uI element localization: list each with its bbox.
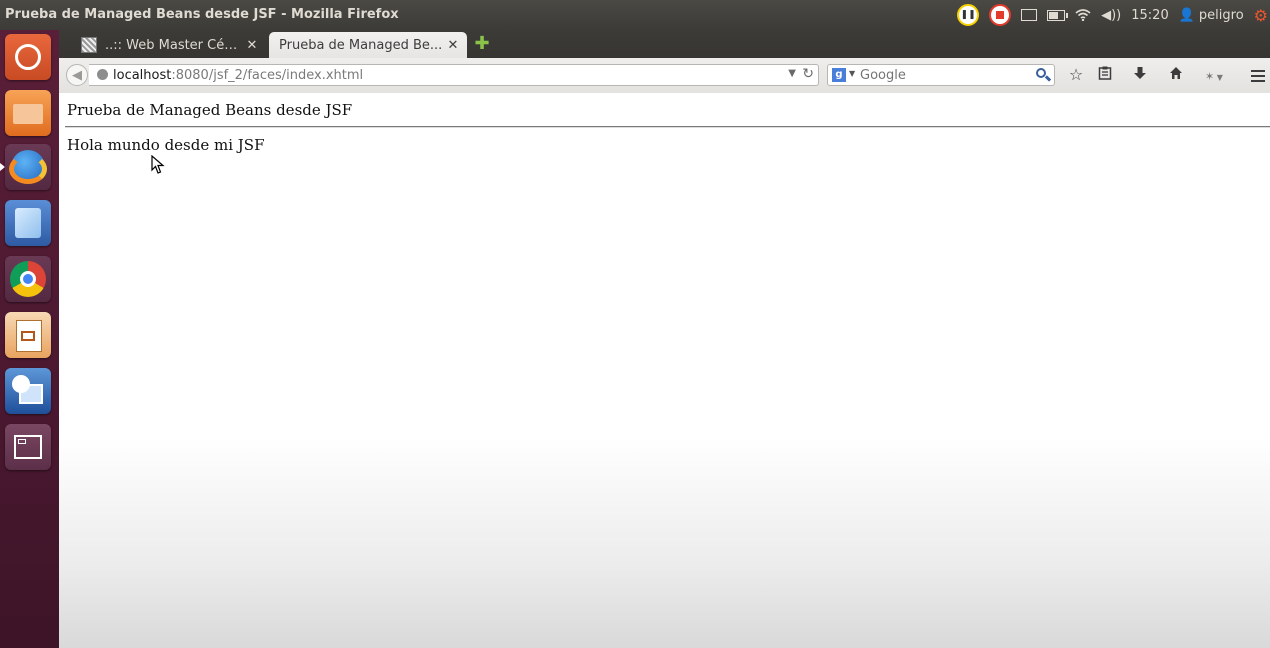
pause-indicator[interactable]: ❚❚ bbox=[957, 0, 980, 30]
record-indicator[interactable] bbox=[989, 0, 1012, 30]
page-heading: Prueba de Managed Beans desde JSF bbox=[67, 101, 353, 119]
system-tray: ❚❚ ◀)) 15:20 👤 peligro ⚙ bbox=[957, 0, 1270, 30]
openshot-launcher[interactable] bbox=[5, 368, 51, 414]
chevron-down-icon[interactable]: ▼ bbox=[849, 69, 855, 78]
tab-label: Prueba de Managed Be... bbox=[279, 37, 443, 53]
google-icon[interactable]: g bbox=[832, 68, 846, 82]
back-button[interactable]: ◀ bbox=[66, 64, 88, 86]
ubuntu-logo-icon bbox=[15, 44, 41, 70]
url-bar[interactable]: localhost:8080/jsf_2/faces/index.xhtml ▼… bbox=[89, 64, 819, 86]
record-icon bbox=[989, 4, 1012, 26]
clipboard-icon bbox=[1098, 66, 1112, 80]
home-icon bbox=[1170, 67, 1182, 79]
addon-button[interactable]: ✶ ▼ bbox=[1199, 65, 1229, 85]
horizontal-rule bbox=[65, 126, 1270, 128]
chevron-down-icon: ▼ bbox=[1214, 73, 1223, 82]
bookmarks-menu-button[interactable] bbox=[1094, 65, 1116, 85]
download-arrow-icon bbox=[1134, 67, 1146, 79]
virtualbox-icon bbox=[15, 208, 41, 238]
folder-icon bbox=[13, 104, 43, 124]
chrome-launcher[interactable] bbox=[5, 256, 51, 302]
tab-managed-beans[interactable]: Prueba de Managed Be... ✕ bbox=[269, 32, 467, 58]
menu-button[interactable] bbox=[1247, 65, 1269, 85]
search-input[interactable] bbox=[860, 65, 1028, 85]
close-tab-icon[interactable]: ✕ bbox=[244, 38, 260, 53]
mail-icon bbox=[1021, 9, 1038, 21]
top-panel: Prueba de Managed Beans desde JSF - Mozi… bbox=[0, 0, 1270, 30]
hamburger-icon bbox=[1251, 70, 1265, 72]
navigation-toolbar: ◀ localhost:8080/jsf_2/faces/index.xhtml… bbox=[59, 58, 1270, 94]
messaging-menu[interactable] bbox=[1021, 0, 1038, 30]
globe-icon bbox=[97, 69, 108, 80]
film-reel-icon bbox=[12, 375, 30, 393]
page-message: Hola mundo desde mi JSF bbox=[67, 136, 265, 154]
battery-icon bbox=[1047, 9, 1069, 21]
downloads-button[interactable] bbox=[1129, 65, 1151, 85]
user-icon: 👤 bbox=[1178, 7, 1195, 23]
tab-web-master[interactable]: ..:: Web Master Césa... ✕ bbox=[71, 32, 266, 58]
files-launcher[interactable] bbox=[5, 90, 51, 136]
workspace-switcher[interactable] bbox=[5, 424, 51, 470]
gear-icon: ⚙ bbox=[1253, 5, 1268, 25]
impress-icon bbox=[16, 320, 42, 352]
tab-label: ..:: Web Master Césa... bbox=[105, 37, 244, 53]
site-favicon-icon bbox=[81, 37, 97, 53]
network-menu[interactable] bbox=[1075, 0, 1091, 30]
close-tab-icon[interactable]: ✕ bbox=[445, 38, 461, 53]
user-name: peligro bbox=[1198, 7, 1244, 23]
url-path: :8080/jsf_2/faces/index.xhtml bbox=[171, 68, 364, 83]
session-menu[interactable]: ⚙ bbox=[1254, 0, 1268, 30]
reload-icon[interactable]: ↻ bbox=[802, 66, 814, 82]
back-arrow-icon: ◀ bbox=[72, 68, 82, 83]
bookmark-star-button[interactable]: ☆ bbox=[1065, 65, 1087, 85]
launcher bbox=[0, 30, 60, 648]
clock[interactable]: 15:20 bbox=[1131, 0, 1168, 30]
url-text[interactable]: localhost:8080/jsf_2/faces/index.xhtml bbox=[113, 68, 363, 83]
star-icon: ☆ bbox=[1068, 65, 1084, 84]
url-host: localhost bbox=[113, 68, 172, 83]
user-menu[interactable]: 👤 peligro bbox=[1179, 0, 1244, 30]
virtualbox-launcher[interactable] bbox=[5, 200, 51, 246]
search-icon[interactable] bbox=[1034, 66, 1052, 84]
puzzle-icon: ✶ bbox=[1205, 70, 1215, 83]
page-content: Prueba de Managed Beans desde JSF Hola m… bbox=[59, 93, 1270, 648]
wifi-icon bbox=[1075, 9, 1091, 21]
home-button[interactable] bbox=[1165, 65, 1187, 85]
dash-home-button[interactable] bbox=[5, 34, 51, 80]
pause-icon: ❚❚ bbox=[957, 4, 980, 26]
firefox-launcher[interactable] bbox=[5, 144, 51, 190]
search-box[interactable]: g ▼ bbox=[827, 64, 1055, 86]
sound-menu[interactable]: ◀)) bbox=[1101, 0, 1121, 30]
volume-icon: ◀)) bbox=[1101, 7, 1122, 23]
workspace-icon bbox=[14, 435, 42, 459]
impress-launcher[interactable] bbox=[5, 312, 51, 358]
tab-strip: ..:: Web Master Césa... ✕ Prueba de Mana… bbox=[59, 30, 1270, 58]
window-title: Prueba de Managed Beans desde JSF - Mozi… bbox=[5, 7, 399, 22]
chevron-down-icon[interactable]: ▼ bbox=[788, 68, 796, 79]
battery-menu[interactable] bbox=[1047, 0, 1069, 30]
new-tab-button[interactable]: ✚ bbox=[474, 35, 490, 53]
mouse-pointer-icon bbox=[151, 155, 165, 174]
